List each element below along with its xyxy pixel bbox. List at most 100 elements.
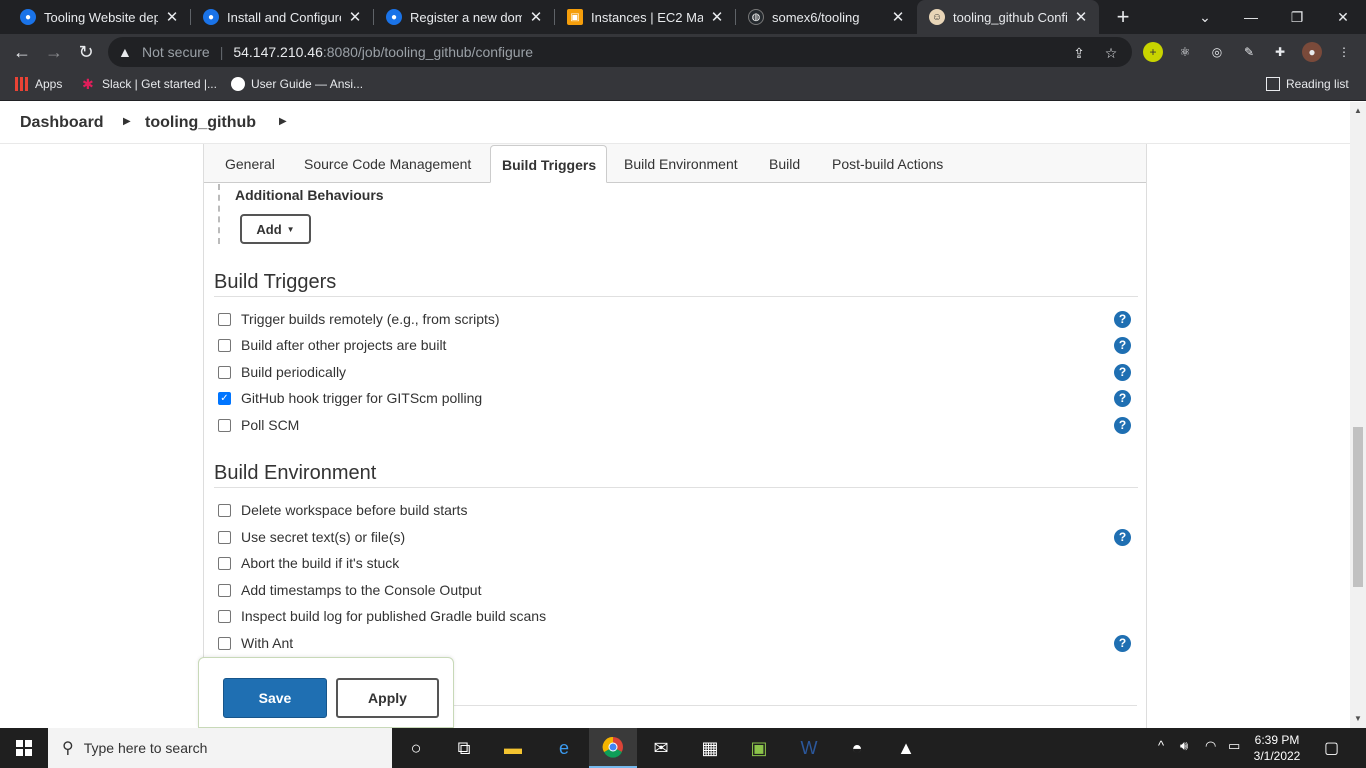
close-icon[interactable]: ✕ xyxy=(347,8,363,26)
help-question-icon[interactable]: ? xyxy=(1114,311,1131,328)
option-label[interactable]: Add timestamps to the Console Output xyxy=(241,582,481,598)
option-label[interactable]: Build after other projects are built xyxy=(241,337,446,353)
tab-build-environment[interactable]: Build Environment xyxy=(624,156,738,172)
forward-arrow-icon[interactable]: → xyxy=(40,38,68,66)
browser-tab-4[interactable]: ▣ Instances | EC2 Manag ✕ xyxy=(555,0,735,34)
tab-source-code-management[interactable]: Source Code Management xyxy=(304,156,471,172)
windows-start-button[interactable] xyxy=(0,728,48,768)
option-label[interactable]: Inspect build log for published Gradle b… xyxy=(241,608,546,624)
option-poll-scm[interactable]: Poll SCM xyxy=(218,415,299,435)
close-icon[interactable]: ✕ xyxy=(890,8,906,26)
warning-triangle-icon[interactable]: ▲ xyxy=(118,44,134,60)
extension-pen-icon[interactable]: ✎ xyxy=(1239,42,1259,62)
help-question-icon[interactable]: ? xyxy=(1114,364,1131,381)
checkbox[interactable] xyxy=(218,636,231,650)
option-label[interactable]: GitHub hook trigger for GITScm polling xyxy=(241,390,482,406)
minimize-icon[interactable]: — xyxy=(1228,0,1274,34)
tab-build-triggers[interactable]: Build Triggers xyxy=(490,145,608,183)
battery-icon[interactable]: ▭ xyxy=(1228,738,1240,754)
word-icon[interactable]: W xyxy=(785,728,833,768)
option-label[interactable]: Use secret text(s) or file(s) xyxy=(241,529,405,545)
option-delete-workspace[interactable]: Delete workspace before build starts xyxy=(218,500,467,520)
breadcrumb-job[interactable]: tooling_github xyxy=(145,114,256,132)
breadcrumb-dashboard[interactable]: Dashboard xyxy=(20,114,104,132)
checkbox[interactable] xyxy=(218,530,231,544)
checkbox[interactable] xyxy=(218,583,231,597)
option-label[interactable]: Trigger builds remotely (e.g., from scri… xyxy=(241,311,500,327)
checkbox[interactable] xyxy=(218,365,231,379)
extensions-puzzle-icon[interactable]: ✚ xyxy=(1270,42,1290,62)
page-scrollbar[interactable]: ▲ ▼ xyxy=(1350,102,1366,728)
close-icon[interactable]: ✕ xyxy=(1073,8,1089,26)
address-bar[interactable]: ▲ Not secure | 54.147.210.46 :8080/job/t… xyxy=(108,37,1132,67)
system-clock[interactable]: 6:39 PM 3/1/2022 xyxy=(1244,732,1310,764)
help-question-icon[interactable]: ? xyxy=(1114,417,1131,434)
close-icon[interactable]: ✕ xyxy=(164,8,180,26)
help-question-icon[interactable]: ? xyxy=(1114,337,1131,354)
help-question-icon[interactable]: ? xyxy=(1114,529,1131,546)
checkbox[interactable] xyxy=(218,503,231,517)
bookmark-star-icon[interactable]: ☆ xyxy=(1102,45,1120,62)
task-view-icon[interactable]: ⧉ xyxy=(440,728,488,768)
extension-target-icon[interactable]: ◎ xyxy=(1207,42,1227,62)
close-icon[interactable]: ✕ xyxy=(528,8,544,26)
security-label[interactable]: Not secure xyxy=(142,44,210,60)
wifi-icon[interactable]: ◠ xyxy=(1205,738,1216,754)
tab-post-build-actions[interactable]: Post-build Actions xyxy=(832,156,943,172)
browser-tab-3[interactable]: ● Register a new domai ✕ xyxy=(374,0,554,34)
extension-plus-icon[interactable]: + xyxy=(1143,42,1163,62)
help-question-icon[interactable]: ? xyxy=(1114,390,1131,407)
option-label[interactable]: Abort the build if it's stuck xyxy=(241,555,399,571)
option-label[interactable]: With Ant xyxy=(241,635,293,651)
reload-icon[interactable]: ↻ xyxy=(72,38,100,66)
option-label[interactable]: Poll SCM xyxy=(241,417,299,433)
checkbox[interactable] xyxy=(218,556,231,570)
option-github-hook-trigger[interactable]: ✓ GitHub hook trigger for GITScm polling xyxy=(218,388,482,408)
option-label[interactable]: Build periodically xyxy=(241,364,346,380)
breadcrumb-chevron-icon[interactable]: ▶ xyxy=(123,116,131,127)
close-window-icon[interactable]: ✕ xyxy=(1320,0,1366,34)
new-tab-button[interactable]: + xyxy=(1109,3,1137,31)
add-behaviour-button[interactable]: Add ▼ xyxy=(240,214,311,244)
tab-build[interactable]: Build xyxy=(769,156,800,172)
scroll-up-icon[interactable]: ▲ xyxy=(1350,106,1366,115)
mail-icon[interactable]: ✉ xyxy=(637,728,685,768)
apply-button[interactable]: Apply xyxy=(336,678,439,718)
volume-icon[interactable]: 🔊︎ xyxy=(1180,738,1188,754)
browser-tab-2[interactable]: ● Install and Configure J ✕ xyxy=(191,0,373,34)
cortana-icon[interactable]: ○ xyxy=(392,728,440,768)
bookmark-ansible[interactable]: User Guide — Ansi... xyxy=(231,77,363,91)
photos-icon[interactable]: ▲ xyxy=(882,728,930,768)
file-explorer-icon[interactable]: ▬ xyxy=(489,728,537,768)
option-label[interactable]: Delete workspace before build starts xyxy=(241,502,467,518)
scroll-down-icon[interactable]: ▼ xyxy=(1350,714,1366,723)
browser-tab-5[interactable]: ◍ somex6/tooling ✕ xyxy=(736,0,916,34)
option-build-after-other-projects[interactable]: Build after other projects are built xyxy=(218,335,446,355)
option-with-ant[interactable]: With Ant xyxy=(218,633,293,653)
bookmark-apps[interactable]: Apps xyxy=(15,77,62,91)
tab-search-chevron-icon[interactable]: ⌄ xyxy=(1182,0,1228,34)
breadcrumb-chevron-icon[interactable]: ▶ xyxy=(279,116,287,127)
option-use-secret-text[interactable]: Use secret text(s) or file(s) xyxy=(218,527,405,547)
browser-tab-6-active[interactable]: ☺ tooling_github Config ✕ xyxy=(917,0,1099,34)
close-icon[interactable]: ✕ xyxy=(709,8,725,26)
chrome-icon[interactable] xyxy=(589,728,637,768)
option-build-periodically[interactable]: Build periodically xyxy=(218,362,346,382)
notification-icon[interactable]: ▢ xyxy=(1324,738,1339,758)
option-trigger-remotely[interactable]: Trigger builds remotely (e.g., from scri… xyxy=(218,309,500,329)
reading-list[interactable]: Reading list xyxy=(1266,77,1349,91)
store-icon[interactable]: ▦ xyxy=(686,728,734,768)
chrome-menu-icon[interactable]: ⋮ xyxy=(1334,42,1354,62)
tab-general[interactable]: General xyxy=(225,156,275,172)
option-add-timestamps[interactable]: Add timestamps to the Console Output xyxy=(218,580,481,600)
option-abort-if-stuck[interactable]: Abort the build if it's stuck xyxy=(218,553,399,573)
share-icon[interactable]: ⇪ xyxy=(1070,45,1088,62)
checkbox[interactable] xyxy=(218,609,231,623)
back-arrow-icon[interactable]: ← xyxy=(8,38,36,66)
checkbox[interactable] xyxy=(218,418,231,432)
checkbox[interactable] xyxy=(218,312,231,326)
help-question-icon[interactable]: ? xyxy=(1114,635,1131,652)
edge-icon[interactable]: e xyxy=(540,728,588,768)
bookmark-slack[interactable]: ✱ Slack | Get started |... xyxy=(82,77,217,91)
photos-app-icon[interactable]: ◓ xyxy=(833,728,881,768)
